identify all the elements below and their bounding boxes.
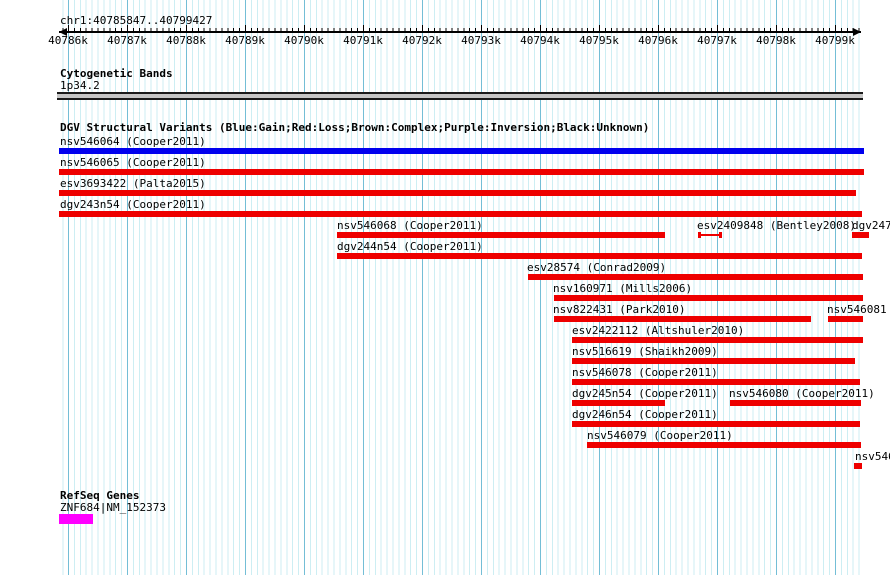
variant-bar-dgv243n54[interactable] xyxy=(59,211,862,217)
ruler-minor-ticks xyxy=(59,28,861,32)
refseq-gene-label: ZNF684|NM_152373 xyxy=(60,501,166,514)
ruler-tick-label: 40796k xyxy=(638,34,678,47)
refseq-gene-glyph[interactable] xyxy=(59,514,93,524)
variant-bar-esv2409848[interactable] xyxy=(698,232,722,238)
variant-bar-esv2422112[interactable] xyxy=(572,337,863,343)
variant-bar-nsv546080[interactable] xyxy=(730,400,861,406)
variant-label-nsv546065: nsv546065 (Cooper2011) xyxy=(60,156,206,169)
cytogenetic-band-label: 1p34.2 xyxy=(60,79,100,92)
variant-label-esv2409848: esv2409848 (Bentley2008) xyxy=(697,219,856,232)
variant-bar-nsv822431[interactable] xyxy=(554,316,811,322)
ruler-tick-label: 40790k xyxy=(284,34,324,47)
variant-bar-nsv546078[interactable] xyxy=(572,379,860,385)
variant-label-nsv822431: nsv822431 (Park2010) xyxy=(553,303,686,316)
ruler-tick-label: 40799k xyxy=(815,34,855,47)
ruler-tick-label: 40793k xyxy=(461,34,501,47)
ruler-tick-label: 40791k xyxy=(343,34,383,47)
ruler-tick-label: 40786k xyxy=(48,34,88,47)
variant-bar-nsv546079[interactable] xyxy=(587,442,861,448)
variant-label-dgv246n54: dgv246n54 (Cooper2011) xyxy=(572,408,718,421)
coordinate-grid xyxy=(59,0,861,575)
variant-label-nsv546078: nsv546078 (Cooper2011) xyxy=(572,366,718,379)
ruler-tick-label: 40794k xyxy=(520,34,560,47)
variant-bar-dgv246n54[interactable] xyxy=(572,421,860,427)
genome-browser-panel: chr1:40785847..40799427 40786k 40787k 4078… xyxy=(0,0,890,575)
variant-bar-nsv546[interactable] xyxy=(854,463,862,469)
variant-label-nsv546081: nsv546081 ( xyxy=(827,303,887,316)
ruler-tick-label: 40797k xyxy=(697,34,737,47)
variant-label-esv28574: esv28574 (Conrad2009) xyxy=(527,261,667,274)
variant-bar-nsv546064[interactable] xyxy=(59,148,864,154)
variant-label-nsv546080: nsv546080 (Cooper2011) xyxy=(729,387,875,400)
ruler-tick-label: 40798k xyxy=(756,34,796,47)
variant-label-nsv546064: nsv546064 (Cooper2011) xyxy=(60,135,206,148)
variant-bar-nsv546068[interactable] xyxy=(337,232,665,238)
variant-label-dgv244n54: dgv244n54 (Cooper2011) xyxy=(337,240,483,253)
ruler-tick-label: 40788k xyxy=(166,34,206,47)
variant-bar-esv28574[interactable] xyxy=(528,274,863,280)
ruler-tick-label: 40792k xyxy=(402,34,442,47)
variant-label-nsv160971: nsv160971 (Mills2006) xyxy=(553,282,693,295)
variant-bar-nsv160971[interactable] xyxy=(554,295,863,301)
variant-bar-nsv516619[interactable] xyxy=(572,358,855,364)
variant-label-esv2422112: esv2422112 (Altshuler2010) xyxy=(572,324,745,337)
variant-label-nsv546068: nsv546068 (Cooper2011) xyxy=(337,219,483,232)
ruler-tick-label: 40787k xyxy=(107,34,147,47)
variant-bar-dgv245n54[interactable] xyxy=(572,400,665,406)
dgv-track-title: DGV Structural Variants (Blue:Gain;Red:L… xyxy=(60,121,650,134)
variant-bar-dgv244n54[interactable] xyxy=(337,253,862,259)
variant-bar-esv3693422[interactable] xyxy=(59,190,856,196)
variant-label-nsv516619: nsv516619 (Shaikh2009) xyxy=(572,345,718,358)
variant-label-nsv546079: nsv546079 (Cooper2011) xyxy=(587,429,733,442)
cytogenetic-band-glyph[interactable] xyxy=(57,92,863,100)
variant-label-dgv243n54: dgv243n54 (Cooper2011) xyxy=(60,198,206,211)
variant-bar-nsv546081[interactable] xyxy=(828,316,863,322)
variant-label-dgv245n54: dgv245n54 (Cooper2011) xyxy=(572,387,718,400)
variant-bar-nsv546065[interactable] xyxy=(59,169,864,175)
variant-label-nsv546: nsv546 xyxy=(855,450,890,463)
variant-label-esv3693422: esv3693422 (Palta2015) xyxy=(60,177,206,190)
variant-label-dgv247n: dgv247n xyxy=(852,219,890,232)
ruler-tick-label: 40789k xyxy=(225,34,265,47)
variant-bar-dgv247n[interactable] xyxy=(852,232,869,238)
ruler-tick-label: 40795k xyxy=(579,34,619,47)
